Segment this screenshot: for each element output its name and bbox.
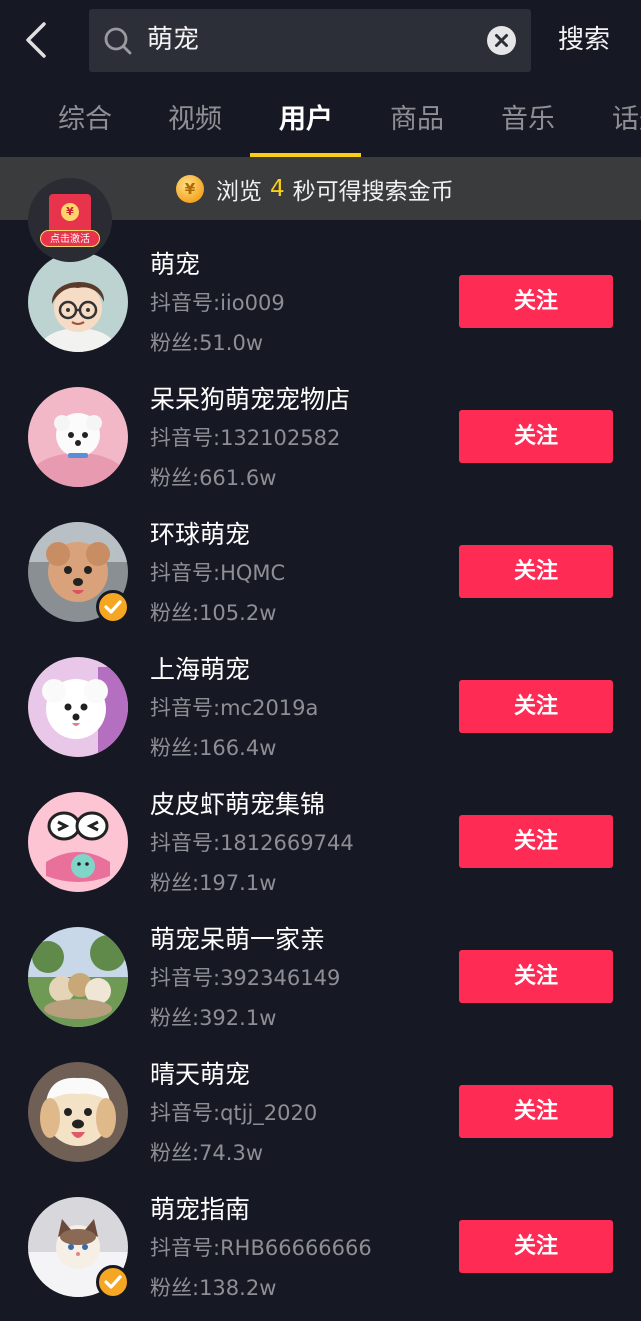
- follow-button[interactable]: 关注: [459, 545, 613, 598]
- user-fans: 粉丝:661.6w: [150, 466, 277, 490]
- red-packet-button[interactable]: ¥ 点击激活: [28, 178, 112, 262]
- tab-bar: 综合 视频 用户 商品 音乐 话题: [0, 92, 641, 158]
- search-box[interactable]: [89, 9, 531, 72]
- red-packet-label: 点击激活: [40, 230, 100, 247]
- user-row[interactable]: 萌宠指南 抖音号:RHB66666666 粉丝:138.2w 关注: [0, 1177, 641, 1312]
- user-row[interactable]: 呆呆狗萌宠宠物店 抖音号:132102582 粉丝:661.6w 关注: [0, 367, 641, 502]
- avatar[interactable]: [28, 927, 128, 1027]
- user-fans: 粉丝:166.4w: [150, 736, 277, 760]
- user-id: 抖音号:RHB66666666: [150, 1236, 372, 1260]
- user-fans: 粉丝:51.0w: [150, 331, 264, 355]
- avatar[interactable]: [28, 792, 128, 892]
- user-row[interactable]: 上海萌宠 抖音号:mc2019a 粉丝:166.4w 关注: [0, 637, 641, 772]
- follow-button[interactable]: 关注: [459, 410, 613, 463]
- banner-seconds: 4: [270, 176, 285, 202]
- user-fans: 粉丝:105.2w: [150, 601, 277, 625]
- header: 搜索: [0, 0, 641, 84]
- red-envelope-icon: ¥: [49, 194, 91, 234]
- user-row[interactable]: 皮皮虾萌宠集锦 抖音号:1812669744 粉丝:197.1w 关注: [0, 772, 641, 907]
- avatar[interactable]: [28, 657, 128, 757]
- search-icon: [104, 27, 132, 55]
- tab-all[interactable]: 综合: [58, 100, 112, 140]
- follow-button[interactable]: 关注: [459, 275, 613, 328]
- coin-icon: ¥: [176, 175, 204, 203]
- avatar[interactable]: [28, 387, 128, 487]
- clear-search-button[interactable]: [487, 26, 516, 55]
- search-button[interactable]: 搜索: [558, 20, 610, 60]
- user-row[interactable]: 萌宠呆萌一家亲 抖音号:392346149 粉丝:392.1w 关注: [0, 907, 641, 1042]
- search-input[interactable]: [147, 9, 467, 72]
- user-id: 抖音号:iio009: [150, 291, 285, 315]
- user-id: 抖音号:HQMC: [150, 561, 286, 585]
- back-button[interactable]: [18, 18, 58, 62]
- follow-button[interactable]: 关注: [459, 950, 613, 1003]
- user-id: 抖音号:132102582: [150, 426, 341, 450]
- user-name: 呆呆狗萌宠宠物店: [150, 385, 351, 414]
- user-fans: 粉丝:138.2w: [150, 1276, 277, 1300]
- user-row[interactable]: 环球萌宠 抖音号:HQMC 粉丝:105.2w 关注: [0, 502, 641, 637]
- follow-button[interactable]: 关注: [459, 815, 613, 868]
- avatar[interactable]: [28, 1062, 128, 1162]
- user-fans: 粉丝:74.3w: [150, 1141, 264, 1165]
- follow-button[interactable]: 关注: [459, 1085, 613, 1138]
- user-row[interactable]: 晴天萌宠 抖音号:qtjj_2020 粉丝:74.3w 关注: [0, 1042, 641, 1177]
- user-name: 上海萌宠: [150, 655, 251, 684]
- user-id: 抖音号:mc2019a: [150, 696, 319, 720]
- user-name: 环球萌宠: [150, 520, 251, 549]
- chevron-left-icon: [26, 22, 46, 58]
- banner-suffix: 秒可得搜索金币: [292, 179, 454, 205]
- tab-products[interactable]: 商品: [390, 100, 444, 140]
- user-id: 抖音号:392346149: [150, 966, 341, 990]
- follow-button[interactable]: 关注: [459, 1220, 613, 1273]
- follow-button[interactable]: 关注: [459, 680, 613, 733]
- user-name: 萌宠呆萌一家亲: [150, 925, 326, 954]
- close-icon: [495, 34, 508, 47]
- tab-videos[interactable]: 视频: [168, 100, 222, 140]
- banner-prefix: 浏览: [216, 179, 262, 205]
- avatar[interactable]: [28, 252, 128, 352]
- user-id: 抖音号:1812669744: [150, 831, 354, 855]
- tab-music[interactable]: 音乐: [501, 100, 555, 140]
- user-fans: 粉丝:392.1w: [150, 1006, 277, 1030]
- user-name: 萌宠: [150, 250, 201, 279]
- yen-icon: ¥: [61, 203, 79, 221]
- user-name: 皮皮虾萌宠集锦: [150, 790, 326, 819]
- user-name: 晴天萌宠: [150, 1060, 251, 1089]
- tab-topics[interactable]: 话题: [612, 100, 641, 140]
- verified-badge-icon: [96, 1265, 130, 1299]
- user-fans: 粉丝:197.1w: [150, 871, 277, 895]
- user-name: 萌宠指南: [150, 1195, 251, 1224]
- user-id: 抖音号:qtjj_2020: [150, 1101, 318, 1125]
- search-results-screen: 搜索 综合 视频 用户 商品 音乐 话题 ¥ 浏览 4 秒可得搜索金币: [0, 0, 641, 1321]
- tab-users[interactable]: 用户: [279, 100, 333, 140]
- verified-badge-icon: [96, 590, 130, 624]
